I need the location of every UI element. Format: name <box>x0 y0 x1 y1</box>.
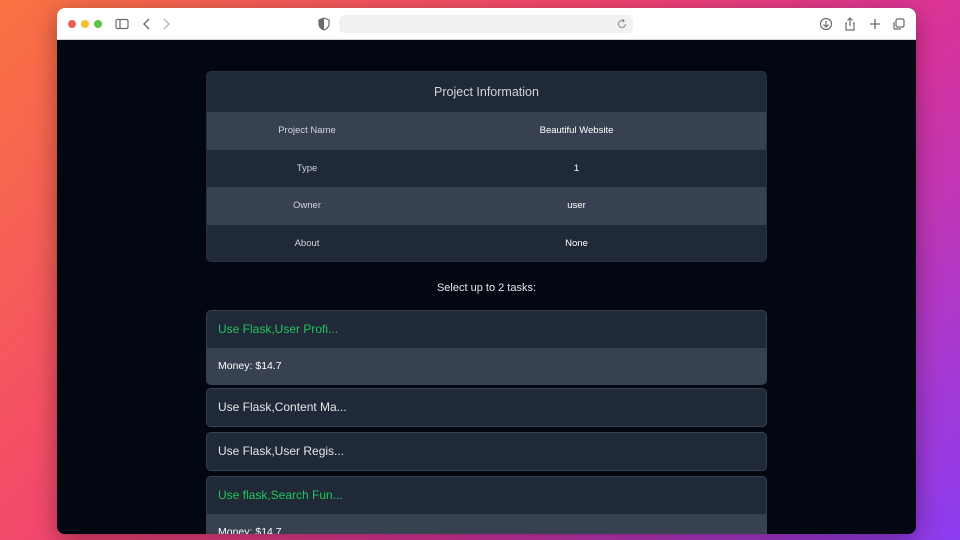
minimize-window-button[interactable] <box>81 20 89 28</box>
row-value: 1 <box>573 162 580 174</box>
zoom-window-button[interactable] <box>94 20 102 28</box>
shield-icon[interactable] <box>316 16 332 32</box>
row-label: Type <box>296 162 318 174</box>
task-item[interactable]: Use Flask,User Profi... Money: $14.7 <box>206 310 767 385</box>
project-row-owner: Owner user <box>207 187 766 225</box>
address-bar[interactable] <box>339 15 633 33</box>
task-title: Use Flask,User Profi... <box>218 322 339 336</box>
browser-window: Project Information Project Name Beautif… <box>57 8 916 534</box>
sidebar-icon[interactable] <box>114 16 130 32</box>
project-row-about: About None <box>207 225 766 262</box>
row-label: Owner <box>293 200 321 212</box>
project-info-card: Project Information Project Name Beautif… <box>206 71 767 262</box>
task-item[interactable]: Use flask,Search Fun... Money: $14.7 <box>206 476 767 534</box>
page-content: Project Information Project Name Beautif… <box>57 41 916 534</box>
browser-toolbar <box>57 8 916 40</box>
tabs-overview-icon[interactable] <box>891 16 907 32</box>
task-money: Money: $14.7 <box>207 348 766 384</box>
row-label: Project Name <box>278 125 336 137</box>
row-value: user <box>567 200 586 212</box>
project-row-name: Project Name Beautiful Website <box>207 112 766 150</box>
task-title: Use flask,Search Fun... <box>218 488 343 502</box>
task-money: Money: $14.7 <box>207 514 766 534</box>
row-value: Beautiful Website <box>539 125 614 137</box>
task-title: Use Flask,Content Ma... <box>218 400 347 414</box>
reload-icon[interactable] <box>615 17 629 31</box>
chevron-right-icon[interactable] <box>158 16 174 32</box>
share-icon[interactable] <box>842 16 858 32</box>
task-item[interactable]: Use Flask,User Regis... <box>206 432 767 471</box>
project-row-type: Type 1 <box>207 150 766 188</box>
close-window-button[interactable] <box>68 20 76 28</box>
download-icon[interactable] <box>818 16 834 32</box>
task-title: Use Flask,User Regis... <box>218 444 345 458</box>
row-value: None <box>565 237 588 249</box>
project-info-header: Project Information <box>434 85 539 99</box>
chevron-left-icon[interactable] <box>139 16 155 32</box>
task-select-label: Select up to 2 tasks: <box>436 282 537 294</box>
row-label: About <box>294 237 320 249</box>
plus-icon[interactable] <box>867 16 883 32</box>
task-item[interactable]: Use Flask,Content Ma... <box>206 388 767 427</box>
